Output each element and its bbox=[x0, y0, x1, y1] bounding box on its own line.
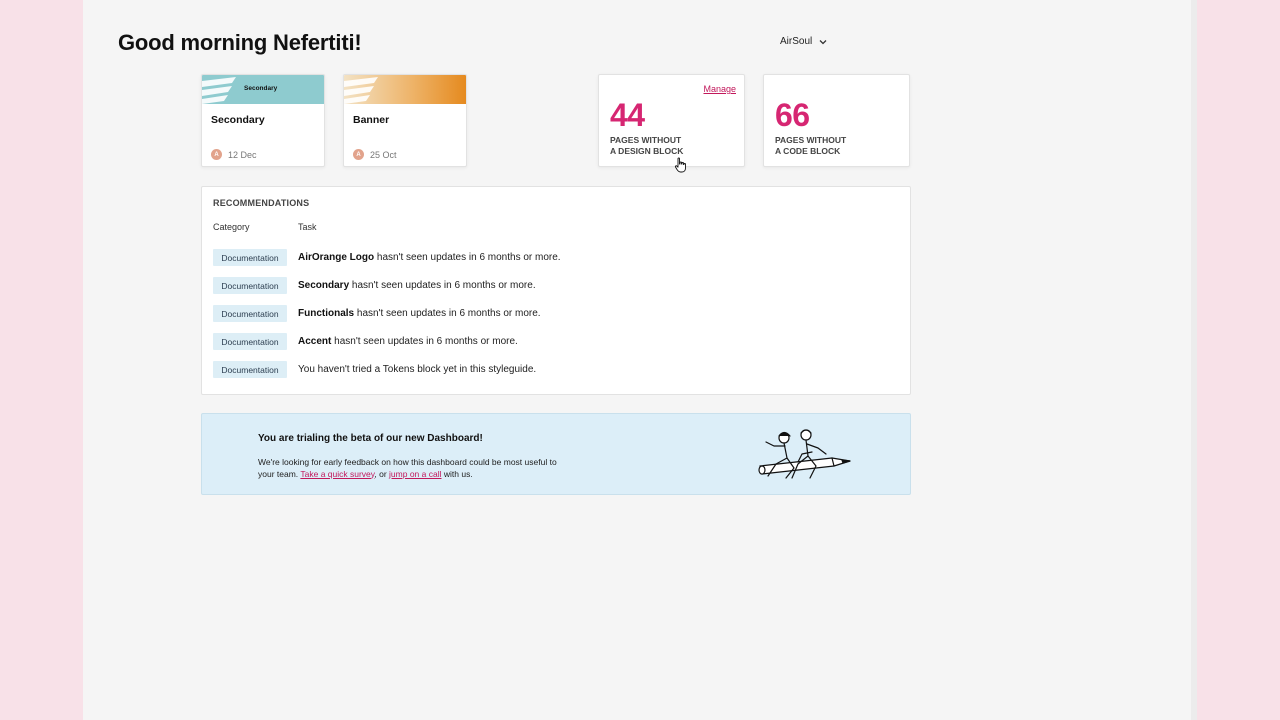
beta-banner: You are trialing the beta of our new Das… bbox=[201, 413, 911, 495]
task-text: Accent hasn't seen updates in 6 months o… bbox=[298, 336, 518, 347]
card-title: Banner bbox=[353, 114, 390, 126]
task-subject: Accent bbox=[298, 336, 332, 347]
scrollbar-track[interactable] bbox=[1191, 0, 1197, 720]
banner-text: We're looking for early feedback on how … bbox=[258, 457, 558, 480]
column-header-category: Category bbox=[213, 222, 250, 232]
task-description: hasn't seen updates in 6 months or more. bbox=[349, 280, 536, 291]
task-text: You haven't tried a Tokens block yet in … bbox=[298, 364, 536, 375]
banner-title: You are trialing the beta of our new Das… bbox=[258, 433, 483, 444]
banner-text-part: , or bbox=[374, 468, 390, 479]
workspace-name: AirSoul bbox=[780, 36, 813, 47]
category-badge: Documentation bbox=[213, 249, 287, 266]
avatar: A bbox=[211, 149, 222, 160]
task-text: Secondary hasn't seen updates in 6 month… bbox=[298, 280, 536, 291]
task-description: hasn't seen updates in 6 months or more. bbox=[331, 336, 518, 347]
card-thumbnail: Secondary bbox=[202, 75, 324, 104]
stat-label: PAGES WITHOUT A DESIGN BLOCK bbox=[610, 135, 683, 157]
card-meta: A 12 Dec bbox=[211, 149, 257, 160]
survey-link[interactable]: Take a quick survey bbox=[300, 469, 374, 479]
recommendations-panel: RECOMMENDATIONS Category Task Documentat… bbox=[201, 186, 911, 395]
stat-card-design-blocks[interactable]: Manage 44 PAGES WITHOUT A DESIGN BLOCK bbox=[598, 74, 745, 167]
chevron-down-icon bbox=[819, 39, 827, 44]
table-row[interactable]: Documentation Accent hasn't seen updates… bbox=[213, 333, 518, 350]
task-subject: Functionals bbox=[298, 308, 355, 319]
stat-card-code-blocks[interactable]: 66 PAGES WITHOUT A CODE BLOCK bbox=[763, 74, 910, 167]
card-meta: A 25 Oct bbox=[353, 149, 397, 160]
stat-number: 44 bbox=[610, 97, 645, 133]
manage-link[interactable]: Manage bbox=[703, 84, 736, 94]
category-badge: Documentation bbox=[213, 361, 287, 378]
stat-number: 66 bbox=[775, 97, 810, 133]
pencil-riders-illustration bbox=[758, 429, 851, 479]
workspace-switcher[interactable]: AirSoul bbox=[780, 36, 828, 47]
category-badge: Documentation bbox=[213, 333, 287, 350]
page-greeting: Good morning Nefertiti! bbox=[118, 30, 362, 55]
card-date: 12 Dec bbox=[228, 149, 257, 160]
stat-label-line: A DESIGN BLOCK bbox=[610, 146, 684, 156]
section-title: RECOMMENDATIONS bbox=[213, 198, 310, 208]
card-thumbnail bbox=[344, 75, 466, 104]
column-header-task: Task bbox=[298, 222, 317, 232]
stat-label-line: PAGES WITHOUT bbox=[775, 135, 847, 145]
task-description: hasn't seen updates in 6 months or more. bbox=[354, 308, 541, 319]
stat-label-line: PAGES WITHOUT bbox=[610, 135, 682, 145]
card-date: 25 Oct bbox=[370, 149, 397, 160]
thumbnail-label: Secondary bbox=[244, 85, 278, 92]
recent-page-card[interactable]: Secondary Secondary A 12 Dec bbox=[201, 74, 325, 167]
stat-label-line: A CODE BLOCK bbox=[775, 146, 841, 156]
category-badge: Documentation bbox=[213, 277, 287, 294]
avatar: A bbox=[353, 149, 364, 160]
stat-label: PAGES WITHOUT A CODE BLOCK bbox=[775, 135, 846, 157]
call-link[interactable]: jump on a call bbox=[389, 469, 441, 479]
task-description: hasn't seen updates in 6 months or more. bbox=[374, 252, 561, 263]
category-badge: Documentation bbox=[213, 305, 287, 322]
table-row[interactable]: Documentation Functionals hasn't seen up… bbox=[213, 305, 541, 322]
card-title: Secondary bbox=[211, 114, 265, 126]
table-row[interactable]: Documentation AirOrange Logo hasn't seen… bbox=[213, 249, 561, 266]
pointer-cursor-icon bbox=[674, 157, 686, 173]
banner-text-part: with us. bbox=[441, 468, 473, 479]
task-text: AirOrange Logo hasn't seen updates in 6 … bbox=[298, 252, 561, 263]
task-subject: AirOrange Logo bbox=[298, 252, 375, 263]
recent-page-card[interactable]: Banner A 25 Oct bbox=[343, 74, 467, 167]
table-row[interactable]: Documentation You haven't tried a Tokens… bbox=[213, 361, 536, 378]
task-text: Functionals hasn't seen updates in 6 mon… bbox=[298, 308, 541, 319]
task-description: You haven't tried a Tokens block yet in … bbox=[298, 364, 537, 375]
task-subject: Secondary bbox=[298, 280, 350, 291]
table-row[interactable]: Documentation Secondary hasn't seen upda… bbox=[213, 277, 536, 294]
